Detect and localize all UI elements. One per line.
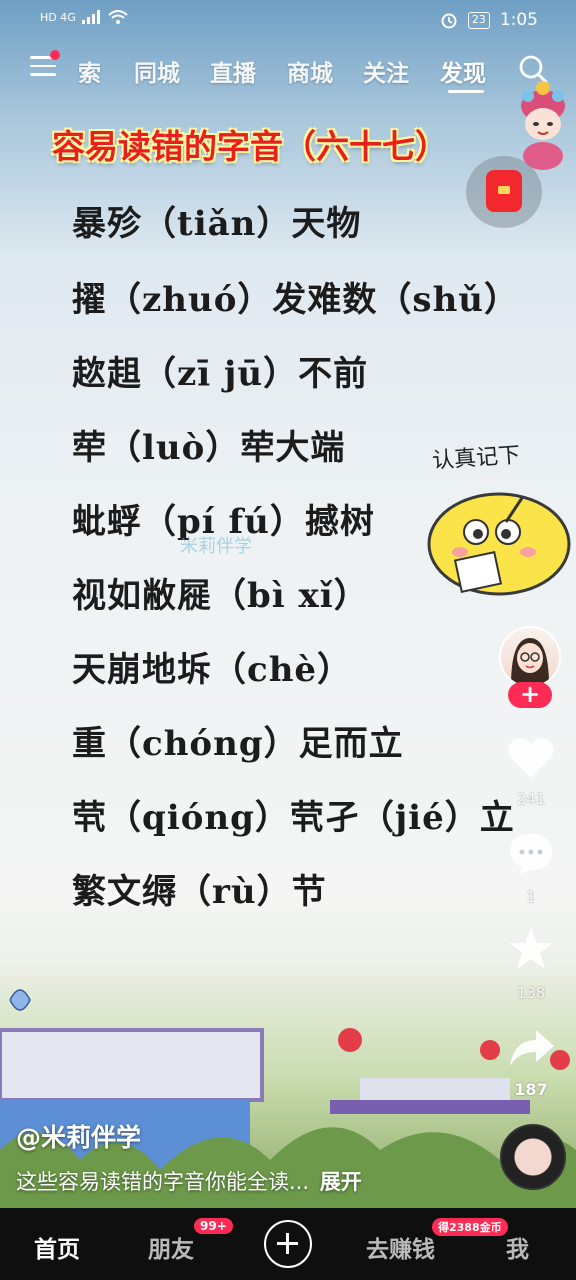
tab-me[interactable]: 我 bbox=[506, 1230, 529, 1264]
network-indicator: HD 4G bbox=[40, 10, 76, 24]
pinyin-line-2: 擢（zhuó）发难数（shǔ） bbox=[72, 280, 520, 320]
tab-mall[interactable]: 商城 bbox=[287, 54, 333, 88]
comment-count: 1 bbox=[526, 888, 536, 906]
create-plus-button[interactable] bbox=[264, 1220, 312, 1268]
pinyin-line-7: 天崩地坼（chè） bbox=[72, 650, 353, 690]
alarm-icon bbox=[441, 13, 457, 29]
status-time: 1:05 bbox=[499, 10, 538, 30]
status-right: 23 1:05 bbox=[440, 10, 538, 30]
pinyin-line-4: 荦（luò）荦大端 bbox=[72, 428, 346, 468]
earn-badge: 得2388金币 bbox=[432, 1218, 508, 1236]
tab-friends[interactable]: 朋友 bbox=[148, 1230, 194, 1264]
favorite-star-icon[interactable] bbox=[506, 926, 556, 972]
pinyin-line-8: 重（chóng）足而立 bbox=[72, 724, 404, 764]
tab-discover[interactable]: 发现 bbox=[440, 54, 486, 88]
active-tab-indicator bbox=[448, 90, 484, 93]
bottom-nav: 首页 朋友 99+ 去赚钱 得2388金币 我 bbox=[0, 1208, 576, 1280]
notification-dot bbox=[50, 50, 60, 60]
signal-icon bbox=[81, 10, 100, 24]
music-disc-icon[interactable] bbox=[500, 1124, 566, 1190]
tab-home[interactable]: 首页 bbox=[34, 1230, 80, 1264]
pinyin-line-9: 茕（qióng）茕孑（jié）立 bbox=[72, 798, 515, 838]
slide-title: 容易读错的字音（六十七） bbox=[52, 127, 448, 166]
like-heart-icon[interactable] bbox=[506, 734, 556, 780]
tab-search-partial[interactable]: 索 bbox=[78, 54, 101, 88]
follow-button[interactable]: + bbox=[508, 682, 552, 708]
pinyin-line-6: 视如敝屣（bì xǐ） bbox=[72, 576, 369, 616]
cat-sticker: 认真记下 bbox=[424, 440, 574, 596]
favorite-count: 138 bbox=[516, 984, 546, 1002]
mascot-sticker-icon bbox=[521, 81, 565, 170]
author-name[interactable]: @米莉伴学 bbox=[16, 1118, 141, 1154]
top-nav: 索 同城 直播 商城 关注 发现 bbox=[0, 48, 576, 98]
pinyin-line-10: 繁文缛（rù）节 bbox=[72, 872, 327, 912]
tab-earn[interactable]: 去赚钱 bbox=[366, 1230, 435, 1264]
friends-badge: 99+ bbox=[194, 1218, 233, 1234]
share-count: 187 bbox=[514, 1080, 548, 1099]
status-bar: HD 4G 23 1:05 bbox=[0, 0, 576, 40]
watermark: 米莉伴学 bbox=[180, 536, 252, 557]
tab-following[interactable]: 关注 bbox=[363, 54, 409, 88]
comment-icon[interactable] bbox=[506, 830, 556, 876]
red-packet-button[interactable] bbox=[466, 156, 542, 228]
red-packet-icon bbox=[486, 170, 522, 212]
tab-local[interactable]: 同城 bbox=[134, 54, 180, 88]
cat-writing-icon bbox=[427, 492, 571, 596]
status-left: HD 4G bbox=[40, 10, 128, 24]
pinyin-line-3: 趑趄（zī jū）不前 bbox=[72, 354, 369, 394]
pinyin-line-1: 暴殄（tiǎn）天物 bbox=[72, 204, 362, 244]
description-text: 这些容易读错的字音你能全读... bbox=[16, 1170, 310, 1194]
sticker-caption: 认真记下 bbox=[431, 442, 521, 475]
author-avatar[interactable] bbox=[499, 626, 561, 688]
wifi-icon bbox=[108, 10, 128, 24]
avatar-portrait-icon bbox=[511, 638, 549, 686]
like-count: 241 bbox=[516, 790, 546, 808]
battery-indicator: 23 bbox=[467, 11, 490, 29]
share-icon[interactable] bbox=[506, 1024, 556, 1070]
post-description[interactable]: 这些容易读错的字音你能全读... 展开 bbox=[16, 1166, 362, 1196]
tab-live[interactable]: 直播 bbox=[210, 54, 256, 88]
expand-link[interactable]: 展开 bbox=[320, 1170, 362, 1194]
